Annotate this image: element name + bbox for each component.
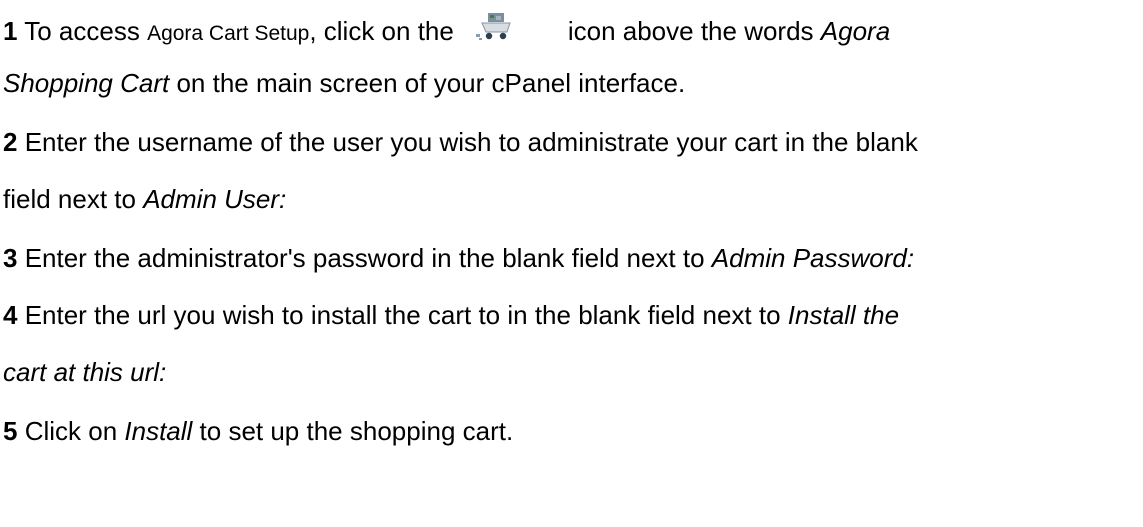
step-3-number: 3 [3, 243, 18, 273]
step-1-text-b: , click on the [309, 16, 454, 46]
step-5-line: 5 Click on Install to set up the shoppin… [3, 416, 513, 446]
step-4-text: Enter the url you wish to install the ca… [17, 300, 788, 330]
step-2-line-2: field next to Admin User: [3, 184, 286, 214]
step-1-emphasis-2: Shopping Cart [3, 68, 170, 98]
step-4-number: 4 [3, 300, 18, 330]
step-2-emphasis: Admin User: [143, 184, 287, 214]
step-4-emphasis-1: Install the [787, 300, 900, 330]
step-5-text-a: Click on [17, 416, 125, 446]
step-2-line-1: 2 Enter the username of the user you wis… [3, 127, 918, 157]
step-3-line: 3 Enter the administrator's password in … [3, 243, 914, 273]
step-4-emphasis-2: cart at this url: [3, 357, 167, 387]
instructions-document: 1 To access Agora Cart Setup, click on t… [0, 0, 1143, 527]
step-1-text-a: To access [17, 16, 148, 46]
step-3-emphasis: Admin Password: [711, 243, 915, 273]
step-4-line-2: cart at this url: [3, 357, 166, 387]
step-5-emphasis: Install [124, 416, 193, 446]
step-4-line-1: 4 Enter the url you wish to install the … [3, 300, 899, 330]
step-5-text-b: to set up the shopping cart. [192, 416, 514, 446]
step-1-text-d: on the main screen of your cPanel interf… [169, 68, 686, 98]
step-5-number: 5 [3, 416, 18, 446]
step-2-text-2: field next to [3, 184, 144, 214]
step-1-line-1: 1 To access Agora Cart Setup, click on t… [3, 13, 890, 49]
step-1-line-2: Shopping Cart on the main screen of your… [3, 68, 685, 98]
step-1-text-c: icon above the words [567, 16, 821, 46]
step-2-text: Enter the username of the user you wish … [17, 127, 918, 157]
step-1-emphasis-1: Agora [820, 16, 891, 46]
step-1-number: 1 [3, 16, 18, 46]
step-1-app-name: Agora Cart Setup [147, 22, 310, 45]
step-3-text: Enter the administrator's password in th… [17, 243, 712, 273]
shopping-cart-icon [474, 13, 516, 43]
step-2-number: 2 [3, 127, 18, 157]
